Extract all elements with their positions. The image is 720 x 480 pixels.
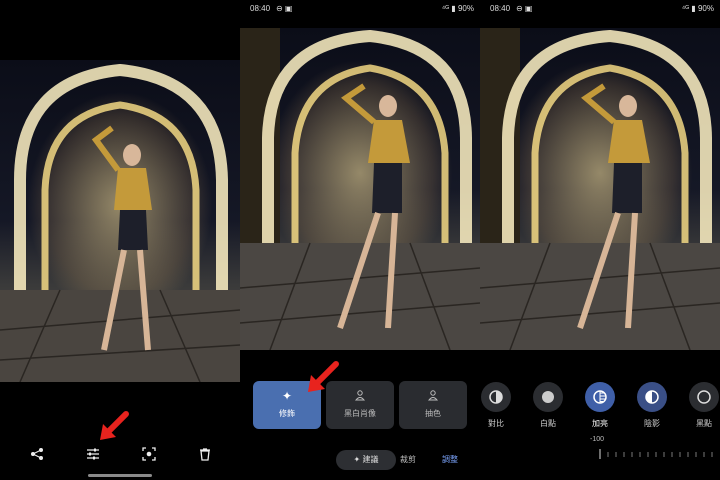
photo[interactable]	[0, 60, 240, 382]
red-arrow-annotation	[308, 361, 339, 392]
share-icon[interactable]	[26, 446, 48, 466]
adjust-white-point[interactable]: 白點	[532, 382, 564, 429]
sparkle-icon: ✦	[353, 455, 361, 464]
contrast-icon	[481, 382, 511, 412]
tab-adjust[interactable]: 調整	[442, 450, 458, 470]
tab-crop[interactable]: 裁剪	[400, 450, 416, 470]
adjust-slider[interactable]	[598, 449, 720, 459]
effect-card-color-pop[interactable]: 抽色	[399, 381, 467, 429]
notification-icons: ⊖ ▣	[276, 4, 293, 13]
status-time: 08:40	[490, 4, 511, 13]
photo[interactable]	[240, 28, 480, 350]
photo[interactable]	[480, 28, 720, 350]
battery-level: 90%	[697, 4, 714, 13]
notification-icons: ⊖ ▣	[516, 4, 533, 13]
panel-photo-viewer	[0, 0, 240, 480]
edit-adjust-icon[interactable]	[82, 446, 104, 466]
adjust-label: 對比	[488, 419, 504, 428]
delete-icon[interactable]	[194, 446, 216, 466]
lens-icon[interactable]	[138, 446, 160, 466]
adjust-black-point[interactable]: 黑點	[688, 382, 720, 429]
panel-adjust: 08:40 ⊖ ▣ ⁴ᴳ ▮ 90% 對比 白點 加亮 陰影 黑點	[480, 0, 720, 480]
color-pop-icon	[399, 389, 467, 403]
status-bar: 08:40 ⊖ ▣ ⁴ᴳ ▮ 90%	[480, 0, 720, 18]
adjust-highlights[interactable]: 加亮	[584, 382, 616, 429]
battery-indicator: ⁴ᴳ ▮ 90%	[441, 4, 474, 13]
edit-tabs: ✦ 建議 裁剪 調整	[240, 450, 480, 470]
tab-suggest[interactable]: ✦ 建議	[336, 450, 396, 470]
effect-label: 抽色	[425, 409, 441, 418]
adjust-label: 黑點	[696, 419, 712, 428]
shadows-icon	[637, 382, 667, 412]
battery-level: 90%	[457, 4, 474, 13]
slider-value: -100	[590, 436, 605, 443]
photo-scene	[0, 63, 240, 382]
adjust-label: 加亮	[592, 419, 608, 428]
adjust-contrast[interactable]: 對比	[480, 382, 512, 429]
battery-indicator: ⁴ᴳ ▮ 90%	[681, 4, 714, 13]
highlights-icon	[585, 382, 615, 412]
black-point-icon	[689, 382, 719, 412]
panel-suggestions: 08:40 ⊖ ▣ ⁴ᴳ ▮ 90% ✦ 修飾 黑白肖像 抽色 ✦ 建議 裁剪 …	[240, 0, 480, 480]
white-point-icon	[533, 382, 563, 412]
tab-label: 建議	[362, 455, 379, 464]
adjust-shadows[interactable]: 陰影	[636, 382, 668, 429]
status-time: 08:40	[250, 4, 271, 13]
adjust-label: 白點	[540, 419, 556, 428]
effect-label: 黑白肖像	[344, 409, 376, 418]
status-bar: 08:40 ⊖ ▣ ⁴ᴳ ▮ 90%	[240, 0, 480, 18]
red-arrow-annotation	[100, 411, 129, 440]
home-indicator	[88, 474, 152, 477]
photo-scene	[480, 28, 720, 350]
effect-label: 修飾	[279, 409, 295, 418]
adjust-label: 陰影	[644, 419, 660, 428]
photo-scene	[240, 28, 480, 350]
